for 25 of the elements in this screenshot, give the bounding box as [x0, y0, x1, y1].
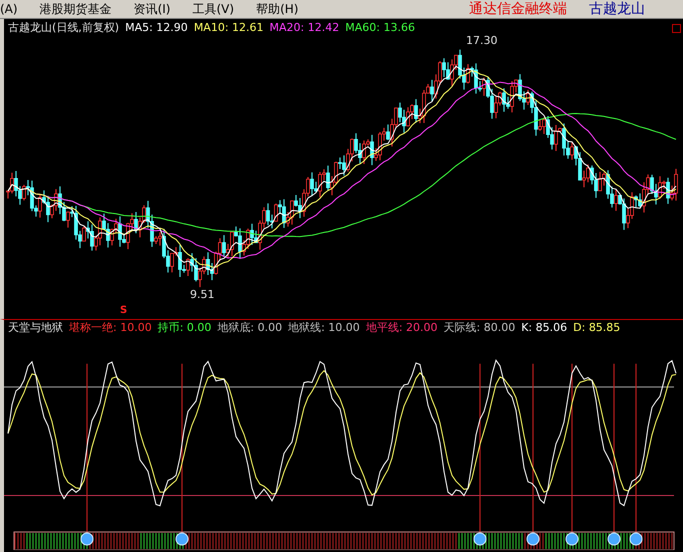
legend-text: 地狱线: 10.00 [288, 320, 360, 336]
menu-item[interactable]: 工具(V) [192, 0, 234, 18]
menu-item[interactable]: 资讯(I) [134, 0, 170, 18]
stock-title: 古越龙山 [589, 0, 645, 18]
legend-text: 天际线: 80.00 [444, 320, 516, 336]
high-price-label: 17.30 [466, 33, 498, 49]
window-icon[interactable] [672, 24, 681, 32]
legend-text: 持币: 0.00 [158, 320, 212, 336]
app-title: 通达信金融终端 [469, 0, 567, 18]
legend-text: MA5: 12.90 [125, 20, 188, 36]
menu-item[interactable]: 港股期货基金 [40, 0, 112, 18]
legend-text: MA10: 12.61 [194, 20, 264, 36]
low-price-label: 9.51 [190, 287, 214, 303]
legend-text: D: 85.85 [573, 320, 620, 336]
legend-text: 地狱底: 0.00 [217, 320, 282, 336]
legend-text: K: 85.06 [521, 320, 568, 336]
legend-text: 堪称一绝: 10.00 [69, 320, 152, 336]
legend-text: 古越龙山(日线,前复权) [8, 20, 120, 36]
legend-text: 地平线: 20.00 [366, 320, 438, 336]
signal-mark: S [120, 304, 128, 318]
menu-item[interactable]: (A) [0, 0, 18, 18]
legend-text: 天堂与地狱 [8, 320, 63, 336]
menu-item[interactable]: 帮助(H) [256, 0, 298, 18]
legend-text: MA60: 13.66 [345, 20, 415, 36]
legend-text: MA20: 12.42 [270, 20, 340, 36]
